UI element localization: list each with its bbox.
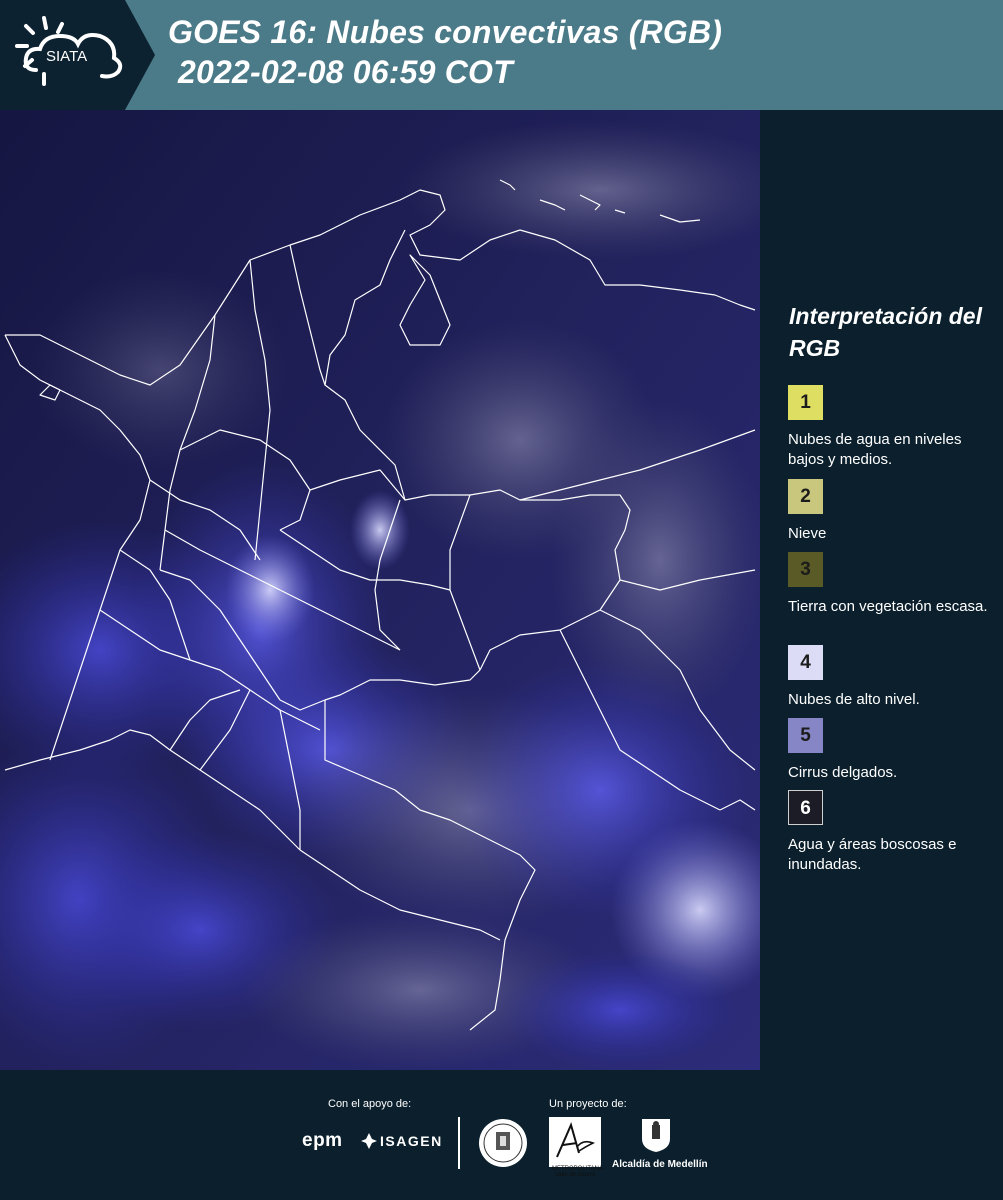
alcaldia-text: Alcaldía de Medellín xyxy=(612,1159,708,1170)
siata-logo[interactable]: SIATA xyxy=(0,0,125,110)
isagen-text: ISAGEN xyxy=(380,1133,443,1149)
page-timestamp: 2022-02-08 06:59 COT xyxy=(178,54,513,90)
area-mark-icon xyxy=(556,1122,595,1158)
legend-swatch-2: 2 xyxy=(788,479,823,514)
support-label: Con el apoyo de: xyxy=(328,1098,412,1110)
medellin-seal-icon[interactable] xyxy=(478,1118,528,1168)
legend-title: Interpretación del RGB xyxy=(789,303,982,361)
legend-panel: Interpretación del RGB 1 Nubes de agua e… xyxy=(760,110,1003,1070)
logo-arrow xyxy=(125,0,155,110)
satellite-map[interactable] xyxy=(0,110,760,1070)
footer-divider xyxy=(458,1117,460,1169)
legend-label-1: Nubes de agua en niveles bajos y medios. xyxy=(788,431,962,468)
project-label: Un proyecto de: xyxy=(549,1098,627,1110)
legend-swatch-6: 6 xyxy=(788,790,823,825)
area-metropolitana-text: METROPOLITANA Valle de Aburrá xyxy=(552,1166,603,1178)
epm-logo[interactable]: epm xyxy=(302,1130,343,1152)
legend-label-5: Cirrus delgados. xyxy=(788,764,898,781)
isagen-mark-icon xyxy=(361,1133,377,1149)
page-title: GOES 16: Nubes convectivas (RGB) xyxy=(168,14,723,50)
alcaldia-shield-icon[interactable] xyxy=(640,1117,672,1153)
legend-swatch-3: 3 xyxy=(788,552,823,587)
legend-label-2: Nieve xyxy=(788,525,827,542)
footer-sponsors: Con el apoyo de: Un proyecto de: epm ISA… xyxy=(0,1070,1003,1200)
legend-label-3: Tierra con vegetación escasa. xyxy=(788,598,988,615)
header-bar: SIATA GOES 16: Nubes convectivas (RGB) 2… xyxy=(0,0,1003,110)
legend-swatch-5: 5 xyxy=(788,718,823,753)
legend-label-4: Nubes de alto nivel. xyxy=(788,691,920,708)
logo-text: SIATA xyxy=(46,48,87,65)
area-metropolitana-logo[interactable] xyxy=(549,1117,601,1167)
map-canvas xyxy=(0,110,760,1070)
sun-cloud-icon: SIATA xyxy=(15,16,123,86)
legend-swatch-4: 4 xyxy=(788,645,823,680)
legend-swatch-1: 1 xyxy=(788,385,823,420)
legend-label-6: Agua y áreas boscosas e inundadas. xyxy=(788,836,957,873)
